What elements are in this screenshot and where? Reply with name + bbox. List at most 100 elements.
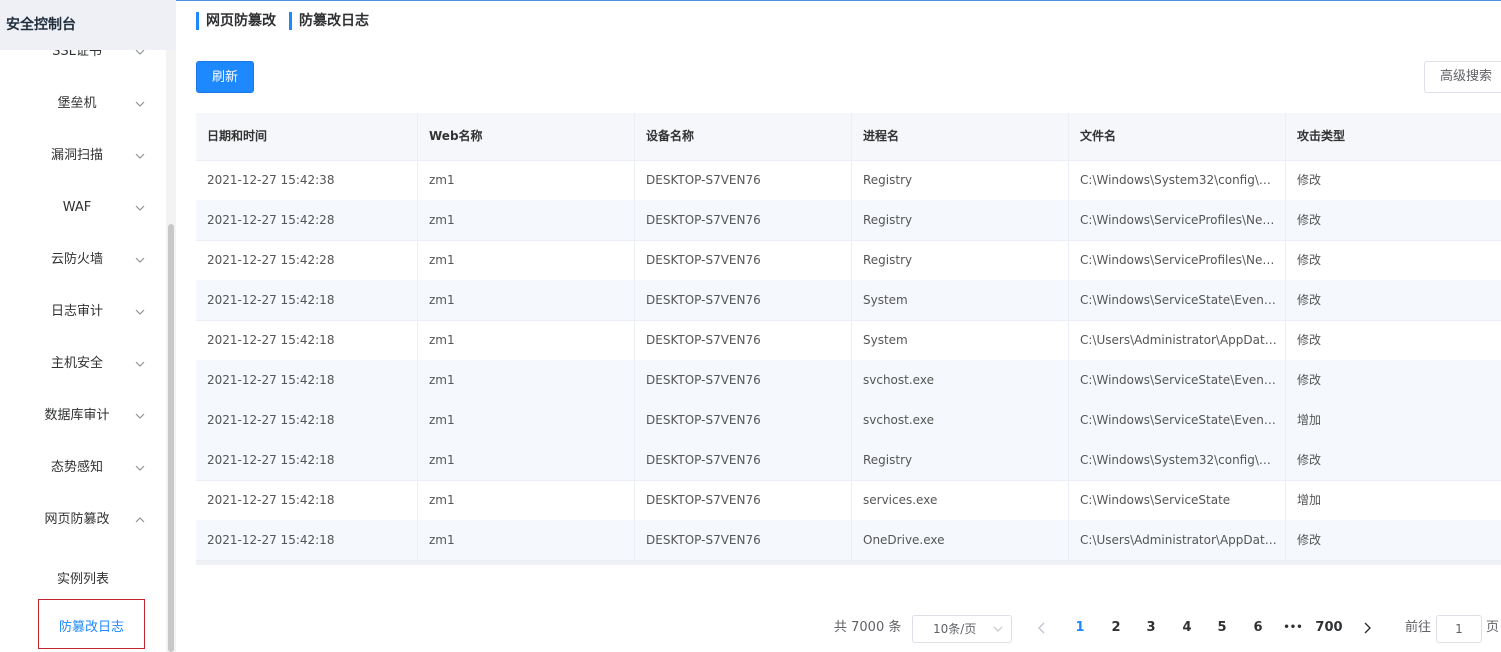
chevron-down-icon [135, 205, 145, 211]
cell-web-name: zm1 [418, 240, 635, 280]
cell-process-name: OneDrive.exe [852, 520, 1069, 560]
cell-device-name: DESKTOP-S7VEN76 [635, 320, 852, 360]
sidebar-item-label: 漏洞扫描 [50, 148, 103, 163]
cell-web-name: zm1 [418, 440, 635, 480]
page-1-button[interactable]: 1 [1066, 612, 1094, 644]
sidebar-item-label: 主机安全 [50, 356, 103, 371]
cell-datetime: 2021-12-27 15:42:18 [196, 320, 418, 360]
cell-file-name: C:\Windows\ServiceProfiles\NetworkServic… [1069, 200, 1286, 240]
cell-file-name: C:\Windows\ServiceProfiles\NetworkServic… [1069, 240, 1286, 280]
table-row: 2021-12-27 15:42:18 zm1 DESKTOP-S7VEN76 … [196, 440, 1501, 481]
cell-datetime: 2021-12-27 15:42:18 [196, 400, 418, 440]
cell-attack-type: 修改 [1297, 213, 1322, 227]
sidebar-item-host-security[interactable]: 主机安全 [0, 338, 166, 390]
pagination-total: 共 7000 条 [834, 620, 902, 635]
chevron-down-icon [135, 153, 145, 159]
table-row: 2021-12-27 15:42:18 zm1 DESKTOP-S7VEN76 … [196, 520, 1501, 561]
table-row: 2021-12-27 15:42:28 zm1 DESKTOP-S7VEN76 … [196, 200, 1501, 241]
sidebar-item-label: 堡垒机 [57, 96, 97, 111]
cell-web-name: zm1 [418, 520, 635, 560]
chevron-right-icon [1364, 622, 1371, 633]
chevron-down-icon [135, 257, 145, 263]
refresh-button[interactable]: 刷新 [196, 61, 254, 93]
cell-datetime: 2021-12-27 15:42:18 [196, 360, 418, 400]
cell-datetime: 2021-12-27 15:42:18 [196, 520, 418, 560]
sidebar-item-label: 网页防篡改 [44, 512, 110, 527]
cell-device-name: DESKTOP-S7VEN76 [635, 440, 852, 480]
advanced-search-button[interactable]: 高级搜索 [1424, 61, 1501, 93]
cell-file-name: C:\Windows\ServiceState [1069, 480, 1286, 520]
page-6-button[interactable]: 6 [1244, 612, 1272, 644]
cell-web-name: zm1 [418, 200, 635, 240]
table-header: 日期和时间 Web名称 设备名称 进程名 文件名 攻击类型 [196, 113, 1501, 161]
sidebar-subitem-tamper-log[interactable]: 防篡改日志 [38, 599, 145, 649]
page-3-button[interactable]: 3 [1137, 612, 1165, 644]
sidebar-subitem-instance-list[interactable]: 实例列表 [0, 568, 166, 587]
cell-device-name: DESKTOP-S7VEN76 [635, 520, 852, 560]
chevron-down-icon [135, 413, 145, 419]
page-700-button[interactable]: 700 [1312, 612, 1346, 644]
sidebar-item-web-tamper[interactable]: 网页防篡改 [0, 494, 166, 546]
cell-device-name: DESKTOP-S7VEN76 [635, 480, 852, 520]
sidebar-item-db-audit[interactable]: 数据库审计 [0, 390, 166, 442]
goto-label: 前往 [1405, 620, 1432, 635]
cell-device-name: DESKTOP-S7VEN76 [635, 280, 852, 320]
page-size-value: 10条/页 [933, 622, 977, 636]
cell-process-name: Registry [852, 440, 1069, 480]
cell-attack-type: 增加 [1297, 493, 1322, 507]
cell-attack-type: 增加 [1297, 413, 1322, 427]
cell-web-name: zm1 [418, 400, 635, 440]
cell-datetime: 2021-12-27 15:42:18 [196, 440, 418, 480]
table-scrollbar[interactable] [196, 561, 1501, 565]
cell-process-name: Registry [852, 200, 1069, 240]
sidebar-item-label: 数据库审计 [44, 408, 110, 423]
table-row: 2021-12-27 15:42:18 zm1 DESKTOP-S7VEN76 … [196, 480, 1501, 521]
page-size-select[interactable]: 10条/页 [912, 615, 1012, 643]
page-2-button[interactable]: 2 [1102, 612, 1130, 644]
cell-web-name: zm1 [418, 160, 635, 200]
table-row: 2021-12-27 15:42:18 zm1 DESKTOP-S7VEN76 … [196, 280, 1501, 321]
header-divider [176, 0, 1501, 1]
cell-file-name: C:\Users\Administrator\AppData\Local [1069, 520, 1286, 560]
table-row: 2021-12-27 15:42:38 zm1 DESKTOP-S7VEN76 … [196, 160, 1501, 201]
goto-page-input[interactable]: 1 [1436, 615, 1482, 643]
column-header-process-name: 进程名 [852, 113, 1069, 160]
table-row: 2021-12-27 15:42:18 zm1 DESKTOP-S7VEN76 … [196, 360, 1501, 401]
cell-device-name: DESKTOP-S7VEN76 [635, 240, 852, 280]
cell-attack-type: 修改 [1297, 333, 1322, 347]
sidebar-item-cloud-firewall[interactable]: 云防火墙 [0, 234, 166, 286]
cell-datetime: 2021-12-27 15:42:38 [196, 160, 418, 200]
chevron-left-icon [1038, 622, 1045, 633]
sidebar-scrollbar-thumb[interactable] [168, 224, 174, 652]
sidebar-item-situation-awareness[interactable]: 态势感知 [0, 442, 166, 494]
sidebar-item-log-audit[interactable]: 日志审计 [0, 286, 166, 338]
chevron-down-icon [135, 101, 145, 107]
column-header-attack-type: 攻击类型 [1297, 129, 1346, 143]
cell-file-name: C:\Windows\ServiceState\EventLog\Data [1069, 400, 1286, 440]
page-5-button[interactable]: 5 [1208, 612, 1236, 644]
cell-device-name: DESKTOP-S7VEN76 [635, 200, 852, 240]
chevron-down-icon [135, 361, 145, 367]
cell-datetime: 2021-12-27 15:42:28 [196, 240, 418, 280]
prev-page-button[interactable] [1032, 612, 1052, 644]
cell-file-name: C:\Windows\ServiceState\EventLog\Data [1069, 280, 1286, 320]
column-header-device-name: 设备名称 [635, 113, 852, 160]
sidebar-item-bastion[interactable]: 堡垒机 [0, 78, 166, 130]
sidebar-item-waf[interactable]: WAF [0, 182, 166, 234]
next-page-button[interactable] [1357, 612, 1377, 644]
page-4-button[interactable]: 4 [1173, 612, 1201, 644]
cell-attack-type: 修改 [1297, 173, 1322, 187]
cell-process-name: System [852, 280, 1069, 320]
breadcrumb-web-tamper[interactable]: 网页防篡改 [196, 12, 276, 30]
column-header-web-name: Web名称 [418, 113, 635, 160]
cell-device-name: DESKTOP-S7VEN76 [635, 360, 852, 400]
cell-attack-type: 修改 [1297, 293, 1322, 307]
cell-web-name: zm1 [418, 320, 635, 360]
sidebar-item-vuln-scan[interactable]: 漏洞扫描 [0, 130, 166, 182]
page-unit-label: 页 [1486, 620, 1500, 635]
table-row: 2021-12-27 15:42:18 zm1 DESKTOP-S7VEN76 … [196, 320, 1501, 361]
cell-device-name: DESKTOP-S7VEN76 [635, 400, 852, 440]
more-pages-button[interactable]: ••• [1279, 612, 1307, 644]
cell-device-name: DESKTOP-S7VEN76 [635, 160, 852, 200]
chevron-down-icon [993, 626, 1003, 632]
